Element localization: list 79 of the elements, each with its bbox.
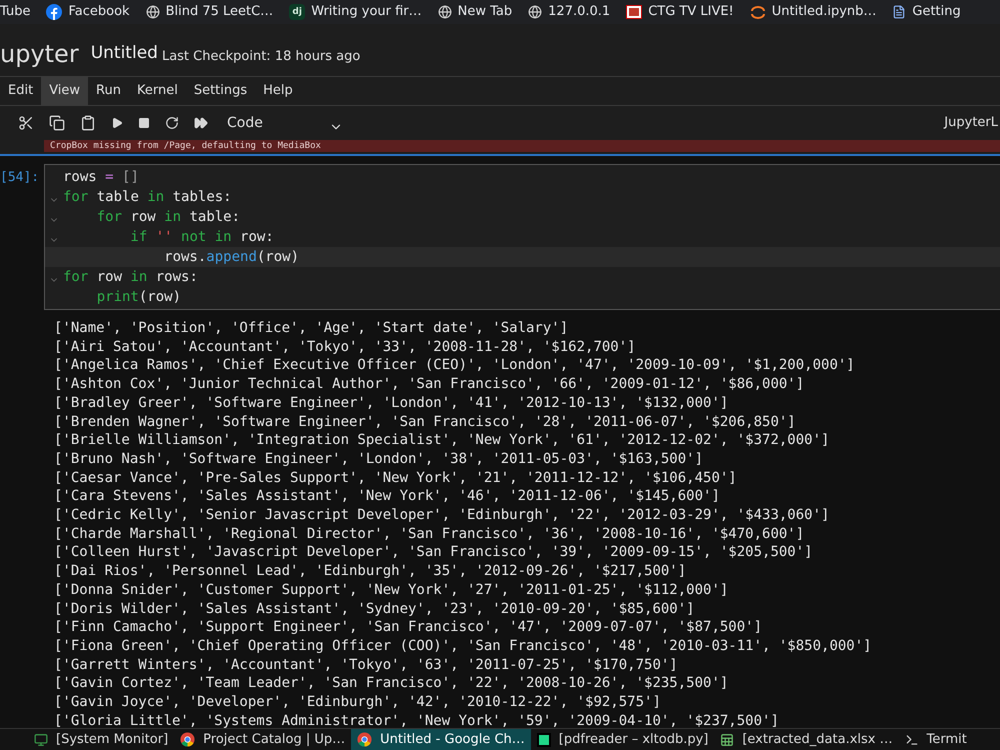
code-line: for row in table:: [96, 208, 240, 227]
output-line: ['Gloria Little', 'Systems Administrator', 'New York', '59', '2009-04-10', '$237,500']: [54, 712, 779, 728]
output-line: ['Fiona Green', 'Chief Operating Officer (COO)', 'San Francisco', '48', '2010-03-11', '$850,000']: [54, 636, 872, 656]
output-line: ['Brielle Williamson', 'Integration Specialist', 'New York', '61', '2012-12-02', '$372,000']: [54, 431, 830, 450]
monitor-icon: [34, 732, 48, 746]
cell-type-dropdown[interactable]: Code: [227, 112, 343, 134]
bookmark[interactable]: dj Writing your fir…: [289, 2, 422, 22]
error-output: CropBox missing from /Page, defaulting to MediaBox: [44, 140, 1000, 152]
output-line: ['Bradley Greer', 'Software Engineer', 'London', '41', '2012-10-13', '$132,000']: [54, 394, 728, 413]
taskbar-item[interactable]: Termit: [898, 729, 973, 750]
output-line: ['Donna Snider', 'Customer Support', 'New York', '27', '2011-01-25', '$112,000']: [54, 580, 728, 600]
output-line: ['Name', 'Position', 'Office', 'Age', 'Start date', 'Salary']: [54, 319, 568, 338]
menu-item[interactable]: Settings: [186, 77, 256, 105]
cut-icon[interactable]: [18, 115, 34, 131]
taskbar-item[interactable]: [pdfreader – xltodb.py]: [530, 729, 714, 750]
output-line: ['Gavin Joyce', 'Developer', 'Edinburgh', '42', '2010-12-22', '$92,575']: [54, 693, 661, 712]
code-line: print(row): [96, 288, 182, 307]
code-line: rows = []: [63, 168, 139, 187]
notebook-title[interactable]: Untitled: [90, 40, 158, 66]
taskbar-item[interactable]: [System Monitor]: [28, 729, 174, 750]
bookmark[interactable]: Facebook: [46, 2, 130, 22]
output-line: ['Garrett Winters', 'Accountant', 'Tokyo', '63', '2011-07-25', '$170,750']: [54, 656, 678, 674]
menu-item[interactable]: Run: [88, 77, 129, 105]
stop-icon[interactable]: [138, 117, 150, 129]
output-line: ['Brenden Wagner', 'Software Engineer', 'San Francisco', '28', '2011-06-07', '$206,850']: [54, 412, 796, 432]
output-line: ['Angelica Ramos', 'Chief Executive Officer (CEO)', 'London', '47', '2009-10-09', '$1,200,000']: [54, 356, 855, 376]
menu-item[interactable]: Kernel: [128, 77, 186, 105]
output-line: ['Bruno Nash', 'Software Engineer', 'London', '38', '2011-05-03', '$163,500']: [54, 450, 704, 469]
document-icon: [892, 5, 906, 19]
bookmark[interactable]: Getting: [892, 2, 961, 22]
spinner-icon: [750, 4, 766, 20]
bookmark[interactable]: Blind 75 LeetC…: [146, 2, 274, 22]
facebook-icon: [46, 4, 62, 20]
browser-icon: [180, 732, 196, 747]
kernel-name[interactable]: JupyterL: [944, 113, 998, 133]
code-line: for row in rows:: [63, 268, 198, 287]
taskbar-item[interactable]: Project Catalog | Up…: [174, 729, 352, 750]
menu-item[interactable]: View: [41, 77, 88, 105]
globe-icon: [146, 5, 160, 19]
bookmark[interactable]: Untitled.ipynb…: [750, 2, 876, 22]
output-line: ['Gavin Cortez', 'Team Leader', 'San Francisco', '22', '2008-10-26', '$235,500']: [54, 674, 728, 694]
output-line: ['Cara Stevens', 'Sales Assistant', 'New York', '46', '2011-12-06', '$145,600']: [54, 487, 720, 506]
output-line: ['Colleen Hurst', 'Javascript Developer', 'San Francisco', '39', '2009-09-15', '$205,500']: [54, 543, 813, 562]
tv-icon: [626, 5, 642, 19]
bookmark[interactable]: New Tab: [438, 2, 512, 22]
output-line: ['Ashton Cox', 'Junior Technical Author', 'San Francisco', '66', '2009-01-12', '$86,000']: [54, 375, 804, 394]
spreadsheet-icon: [720, 732, 734, 746]
site-icon: dj: [289, 4, 306, 20]
output-line: ['Cedric Kelly', 'Senior Javascript Developer', 'Edinburgh', '22', '2012-03-29', '$433,060']: [54, 506, 830, 525]
fast-forward-icon[interactable]: [194, 116, 208, 130]
menu-item[interactable]: Edit: [0, 77, 42, 105]
output-line: ['Doris Wilder', 'Sales Assistant', 'Sydney', '23', '2010-09-20', '$85,600']: [54, 600, 695, 618]
globe-icon: [528, 5, 542, 19]
menu-item[interactable]: Help: [255, 77, 301, 105]
checkpoint-text: Last Checkpoint: 18 hours ago: [162, 48, 360, 66]
cell-prompt: [54]:: [0, 169, 40, 187]
restart-icon[interactable]: [165, 116, 179, 130]
browser-icon: [357, 732, 372, 747]
taskbar-item[interactable]: Untitled - Google Ch…: [351, 729, 531, 750]
bookmark[interactable]: Tube: [0, 2, 30, 22]
copy-icon[interactable]: [49, 115, 65, 131]
paste-icon[interactable]: [80, 115, 96, 131]
code-line: for table in tables:: [63, 188, 232, 207]
output-line: ['Charde Marshall', 'Regional Director', 'San Francisco', '36', '2008-10-16', '$470,600']: [54, 524, 804, 544]
bookmark[interactable]: CTG TV LIVE!: [626, 2, 734, 22]
code-editor[interactable]: rows = [] for table in tables: for row in table: if '' not in row: rows.append(row) for row in rows: print(row): [44, 164, 1000, 310]
output-line: ['Caesar Vance', 'Pre-Sales Support', 'New York', '21', '2011-12-12', '$106,450']: [54, 468, 737, 488]
output-line: ['Finn Camacho', 'Support Engineer', 'San Francisco', '47', '2009-07-07', '$87,500']: [54, 618, 762, 637]
code-line: rows.append(row): [163, 248, 300, 267]
ide-icon: [536, 732, 551, 746]
globe-icon: [438, 5, 452, 19]
terminal-icon: [904, 732, 919, 746]
bookmark[interactable]: 127.0.0.1: [528, 2, 610, 22]
run-icon[interactable]: [111, 117, 123, 129]
output-line: ['Airi Satou', 'Accountant', 'Tokyo', '33', '2008-11-28', '$162,700']: [54, 338, 636, 356]
output-line: ['Dai Rios', 'Personnel Lead', 'Edinburgh', '35', '2012-09-26', '$217,500']: [54, 562, 686, 581]
taskbar-item[interactable]: [extracted_data.xlsx …: [714, 729, 899, 750]
code-line: if '' not in row:: [129, 228, 274, 247]
jupyter-logo: upyter: [0, 42, 79, 66]
